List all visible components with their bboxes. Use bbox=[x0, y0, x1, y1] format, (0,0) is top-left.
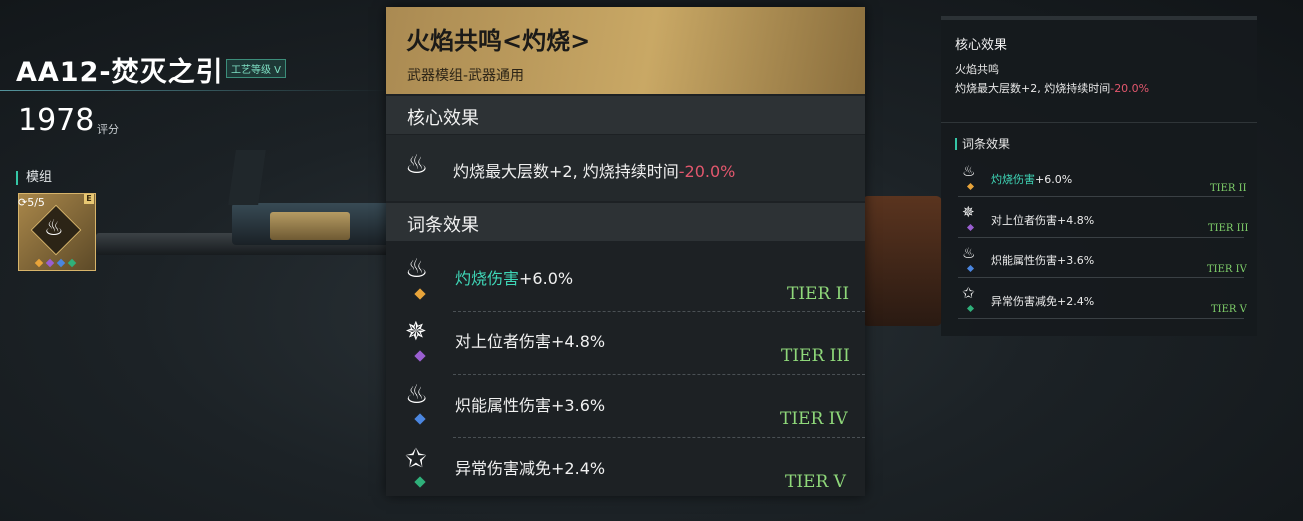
compact-affix-value: +6.0% bbox=[1035, 173, 1073, 186]
compact-affix-name: 灼烧伤害 bbox=[991, 173, 1035, 186]
star-shield-icon: ✩ bbox=[405, 444, 427, 474]
compact-affix-value: +2.4% bbox=[1057, 295, 1095, 308]
spiked-star-icon: ✵ bbox=[405, 317, 427, 347]
affix-row-1: 灼烧伤害+6.0% bbox=[455, 265, 573, 289]
compact-panel-strip bbox=[941, 16, 1257, 20]
compact-affix-tier: TIER V bbox=[1211, 304, 1247, 315]
weapon-module-attachment bbox=[270, 212, 350, 240]
compact-row-divider bbox=[958, 196, 1244, 197]
compact-affix-tier: TIER III bbox=[1208, 223, 1249, 234]
compact-affix-name: 炽能属性伤害 bbox=[991, 254, 1057, 267]
module-slot-tag: E bbox=[84, 194, 94, 204]
weapon-name: AA12-焚灭之引 bbox=[16, 57, 224, 88]
flame-burst-icon: ♨ bbox=[962, 162, 976, 180]
compact-core-effect: 灼烧最大层数+2, 灼烧持续时间-20.0% bbox=[955, 80, 1149, 96]
tooltip-title: 火焰共鸣<灼烧> bbox=[406, 27, 591, 55]
module-count-value: 5/5 bbox=[27, 196, 45, 209]
core-effect-value: -20.0% bbox=[678, 162, 736, 181]
affix-name: 对上位者伤害 bbox=[455, 332, 552, 351]
row-divider bbox=[453, 311, 865, 312]
compact-affix-tier: TIER II bbox=[1210, 183, 1247, 194]
affix-tier: TIER V bbox=[785, 472, 846, 492]
affix-tier: TIER II bbox=[787, 284, 850, 304]
flame-module-icon: ♨ bbox=[44, 216, 64, 241]
affix-name: 灼烧伤害 bbox=[455, 269, 520, 288]
compact-affix-name: 异常伤害减免 bbox=[991, 295, 1057, 308]
affix-name: 炽能属性伤害 bbox=[455, 396, 552, 415]
weapon-stock bbox=[862, 196, 942, 326]
compact-affix-name: 对上位者伤害 bbox=[991, 214, 1057, 227]
core-effect-desc: 灼烧最大层数+2, 灼烧持续时间 bbox=[453, 162, 679, 181]
affix-value: +2.4% bbox=[551, 459, 606, 478]
compact-core-value: -20.0% bbox=[1110, 82, 1150, 95]
core-effect-text: 灼烧最大层数+2, 灼烧持续时间-20.0% bbox=[453, 158, 735, 182]
compact-affix-value: +4.8% bbox=[1057, 214, 1095, 227]
score-label: 评分 bbox=[97, 123, 119, 136]
row-divider bbox=[453, 374, 865, 375]
compact-affix-2: 对上位者伤害+4.8% bbox=[991, 212, 1094, 228]
compact-row-divider bbox=[958, 318, 1244, 319]
affix-tier: TIER IV bbox=[780, 409, 848, 429]
flame-star-icon: ♨ bbox=[405, 380, 429, 410]
compact-affix-4: 异常伤害减免+2.4% bbox=[991, 293, 1094, 309]
affix-tier: TIER III bbox=[781, 346, 850, 366]
affix-effect-title: 词条效果 bbox=[407, 215, 479, 236]
compact-core-name: 火焰共鸣 bbox=[955, 63, 999, 76]
compact-divider bbox=[941, 122, 1257, 123]
compact-affix-tier: TIER IV bbox=[1207, 264, 1247, 275]
affix-row-2: 对上位者伤害+4.8% bbox=[455, 328, 605, 352]
tooltip-subtitle: 武器模组-武器通用 bbox=[407, 68, 525, 84]
row-divider bbox=[453, 437, 865, 438]
flame-resonance-icon: ♨ bbox=[405, 150, 429, 180]
compact-core-text: 灼烧最大层数+2, 灼烧持续时间 bbox=[955, 82, 1111, 95]
title-divider bbox=[0, 90, 390, 91]
affix-value: +3.6% bbox=[551, 396, 606, 415]
affix-row-3: 炽能属性伤害+3.6% bbox=[455, 392, 605, 416]
compact-affix-3: 炽能属性伤害+3.6% bbox=[991, 252, 1094, 268]
weapon-front-sight bbox=[228, 150, 266, 205]
module-section-label: 模组 bbox=[16, 171, 52, 185]
craft-level-badge: 工艺等级 V bbox=[226, 59, 287, 78]
flame-star-icon: ♨ bbox=[962, 244, 976, 262]
compact-core-title: 核心效果 bbox=[955, 38, 1008, 53]
refresh-icon: ⟳ bbox=[18, 196, 28, 209]
compact-row-divider bbox=[958, 277, 1244, 278]
module-count: ⟳5/5 bbox=[18, 196, 45, 209]
affix-name: 异常伤害减免 bbox=[455, 459, 552, 478]
star-shield-icon: ✩ bbox=[962, 284, 975, 302]
compact-affix-1: 灼烧伤害+6.0% bbox=[991, 171, 1072, 187]
core-effect-title: 核心效果 bbox=[407, 108, 479, 129]
compact-affix-value: +3.6% bbox=[1057, 254, 1095, 267]
compact-affix-title: 词条效果 bbox=[955, 138, 1010, 150]
spiked-star-icon: ✵ bbox=[962, 203, 975, 221]
flame-burst-icon: ♨ bbox=[405, 254, 429, 284]
weapon-score: 1978 bbox=[18, 103, 95, 138]
affix-value: +4.8% bbox=[551, 332, 606, 351]
compact-row-divider bbox=[958, 237, 1244, 238]
affix-value: +6.0% bbox=[519, 269, 574, 288]
affix-row-4: 异常伤害减免+2.4% bbox=[455, 455, 605, 479]
